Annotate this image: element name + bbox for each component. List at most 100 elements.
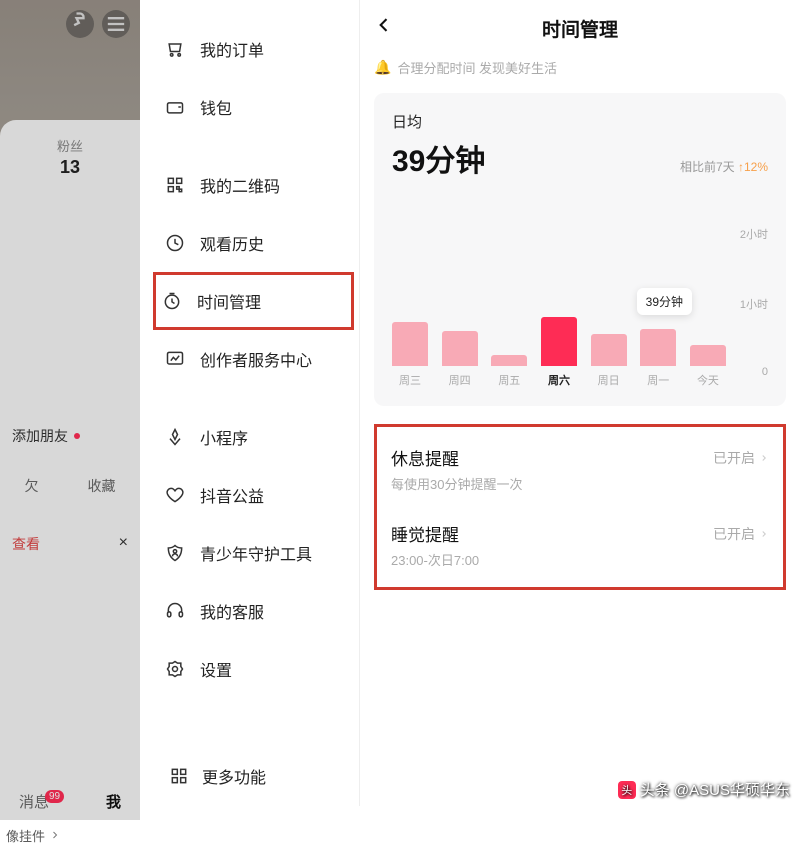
back-button[interactable] xyxy=(374,14,394,42)
menu-creator[interactable]: 创作者服务中心 xyxy=(156,330,351,388)
menu-qr[interactable]: 我的二维码 xyxy=(156,156,351,214)
menu-label: 设置 xyxy=(200,657,232,681)
qr-icon xyxy=(164,174,186,196)
avg-value: 39分钟 xyxy=(392,136,485,180)
menu-label: 抖音公益 xyxy=(200,483,264,507)
nav-msg[interactable]: 消息99 xyxy=(19,791,68,812)
reminder-settings: 休息提醒 已开启 每使用30分钟提醒一次 睡觉提醒 已开启 23:00-次日7 xyxy=(374,424,786,590)
menu-time-management[interactable]: 时间管理 xyxy=(153,272,354,330)
compare-text: 相比前7天 ↑12% xyxy=(680,158,768,175)
history-icon xyxy=(164,232,186,254)
bar xyxy=(690,345,726,366)
watermark: 头 头条 @ASUS华硕华东 xyxy=(618,779,790,800)
setting-status: 已开启 xyxy=(713,524,769,544)
menu-label: 我的订单 xyxy=(200,37,264,61)
bar-column[interactable] xyxy=(442,331,478,366)
menu-icon[interactable] xyxy=(102,10,130,38)
x-label: 周一 xyxy=(640,372,676,388)
avg-label: 日均 xyxy=(392,111,768,132)
fans-label: 粉丝 xyxy=(0,136,140,155)
x-label: 周日 xyxy=(591,372,627,388)
menu-support[interactable]: 我的客服 xyxy=(156,582,351,640)
gear-icon xyxy=(164,658,186,680)
support-icon xyxy=(164,600,186,622)
menu-history[interactable]: 观看历史 xyxy=(156,214,351,272)
bar xyxy=(640,329,676,367)
miniapp-icon xyxy=(164,426,186,448)
menu-orders[interactable]: 我的订单 xyxy=(156,20,351,78)
page-subtitle: 🔔 合理分配时间 发现美好生活 xyxy=(374,58,786,77)
menu-label: 创作者服务中心 xyxy=(200,347,312,371)
clock-icon xyxy=(161,290,183,312)
bar xyxy=(541,317,577,366)
profile-background: 粉丝 13 添加朋友 欠 收藏 查看 × 像挂件 消息99 我 xyxy=(0,0,140,806)
rest-reminder-row[interactable]: 休息提醒 已开启 每使用30分钟提醒一次 xyxy=(377,431,783,507)
page-title: 时间管理 xyxy=(542,15,618,42)
setting-status: 已开启 xyxy=(713,448,769,468)
heart-icon xyxy=(164,484,186,506)
more-label: 更多功能 xyxy=(202,764,266,788)
chart-icon xyxy=(164,348,186,370)
drawer-menu: 我的订单 钱包 我的二维码 观看历史 时间管理 创作者服务中心 小程序 xyxy=(140,0,360,806)
bar-column[interactable] xyxy=(491,355,527,366)
setting-desc: 每使用30分钟提醒一次 xyxy=(391,474,769,493)
bar xyxy=(392,322,428,366)
view-label: 查看 xyxy=(12,534,40,554)
menu-charity[interactable]: 抖音公益 xyxy=(156,466,351,524)
menu-label: 青少年守护工具 xyxy=(200,541,312,565)
y-tick-1h: 1小时 xyxy=(740,296,768,312)
menu-miniapp[interactable]: 小程序 xyxy=(156,408,351,466)
menu-label: 钱包 xyxy=(200,95,232,119)
time-management-page: 时间管理 🔔 合理分配时间 发现美好生活 日均 39分钟 相比前7天 ↑12% … xyxy=(360,0,800,806)
setting-title: 睡觉提醒 xyxy=(391,521,459,546)
y-tick-2h: 2小时 xyxy=(740,226,768,242)
close-icon[interactable]: × xyxy=(119,534,128,554)
grid-icon xyxy=(168,765,190,787)
add-friend-row[interactable]: 添加朋友 xyxy=(0,418,140,454)
tab-collect[interactable]: 收藏 xyxy=(88,476,116,496)
bar-column[interactable] xyxy=(541,317,577,366)
view-row[interactable]: 查看 × xyxy=(0,526,140,562)
usage-stat-card: 日均 39分钟 相比前7天 ↑12% 2小时 1小时 0 39分钟 周三周四周五… xyxy=(374,93,786,406)
chevron-right-icon xyxy=(759,451,769,465)
tab-like[interactable]: 欠 xyxy=(25,476,39,496)
red-dot-icon xyxy=(74,433,80,439)
sleep-reminder-row[interactable]: 睡觉提醒 已开启 23:00-次日7:00 xyxy=(377,507,783,583)
bar-column[interactable] xyxy=(640,329,676,367)
menu-label: 小程序 xyxy=(200,425,248,449)
menu-label: 我的客服 xyxy=(200,599,264,623)
x-label: 周六 xyxy=(541,372,577,388)
bar-column[interactable] xyxy=(591,334,627,367)
x-label: 周五 xyxy=(491,372,527,388)
bar-column[interactable] xyxy=(690,345,726,366)
fans-count: 13 xyxy=(0,157,140,178)
x-label: 今天 xyxy=(690,372,726,388)
menu-settings[interactable]: 设置 xyxy=(156,640,351,698)
cart-icon xyxy=(164,38,186,60)
shield-icon xyxy=(164,542,186,564)
chevron-right-icon xyxy=(759,527,769,541)
y-tick-0: 0 xyxy=(762,366,768,378)
toutiao-icon: 头 xyxy=(618,781,636,799)
x-label: 周三 xyxy=(392,372,428,388)
bell-icon: 🔔 xyxy=(374,59,391,76)
more-functions[interactable]: 更多功能 xyxy=(168,764,266,788)
footprint-icon[interactable] xyxy=(66,10,94,38)
add-friend-label: 添加朋友 xyxy=(12,426,68,446)
menu-label: 时间管理 xyxy=(197,289,261,313)
nav-me[interactable]: 我 xyxy=(106,791,121,812)
msg-badge: 99 xyxy=(45,790,64,803)
menu-label: 观看历史 xyxy=(200,231,264,255)
bar-column[interactable] xyxy=(392,322,428,366)
wallet-icon xyxy=(164,96,186,118)
bar xyxy=(491,355,527,366)
menu-wallet[interactable]: 钱包 xyxy=(156,78,351,136)
setting-title: 休息提醒 xyxy=(391,445,459,470)
menu-youth[interactable]: 青少年守护工具 xyxy=(156,524,351,582)
setting-desc: 23:00-次日7:00 xyxy=(391,550,769,569)
usage-chart: 2小时 1小时 0 39分钟 周三周四周五周六周日周一今天 xyxy=(392,198,768,388)
bar xyxy=(591,334,627,367)
menu-label: 我的二维码 xyxy=(200,173,280,197)
avatar-pendant[interactable]: 像挂件 xyxy=(6,826,61,845)
x-label: 周四 xyxy=(442,372,478,388)
